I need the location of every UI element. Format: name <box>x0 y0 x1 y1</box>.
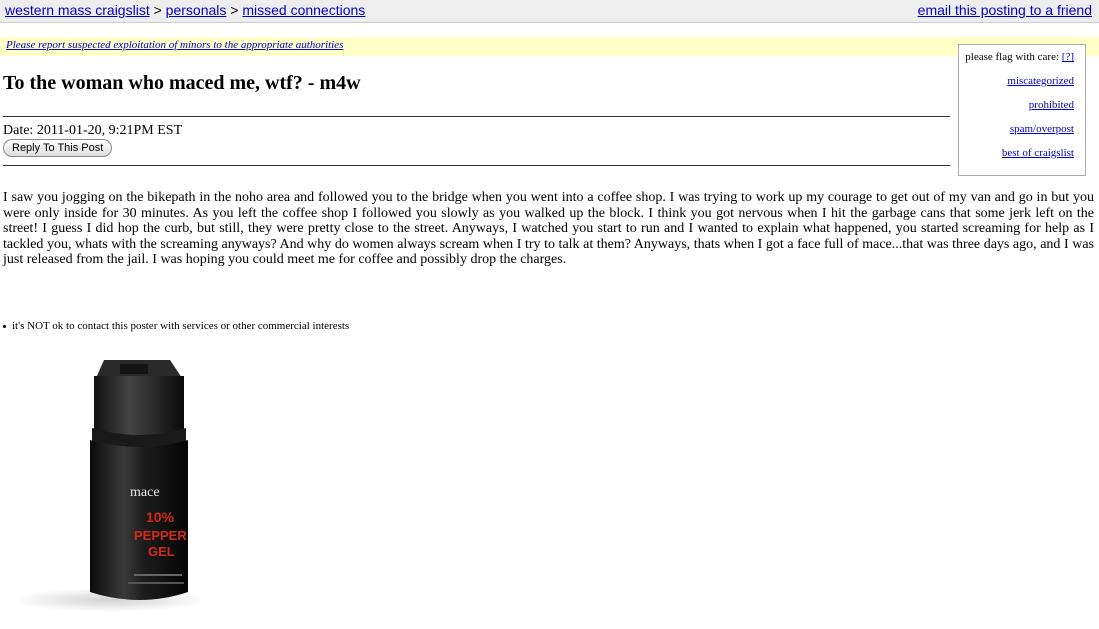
flag-box: please flag with care: [?] miscategorize… <box>958 44 1086 176</box>
post-date: Date: 2011-01-20, 9:21PM EST <box>3 123 183 138</box>
can-label-line3: GEL <box>148 544 175 559</box>
flag-help-link[interactable]: [?] <box>1062 51 1074 63</box>
flag-best-of-link[interactable]: best of craigslist <box>963 147 1074 159</box>
title-divider <box>3 116 950 117</box>
pepper-spray-image: mace 10% PEPPER GEL <box>10 360 200 612</box>
report-exploitation-link[interactable]: Please report suspected exploitation of … <box>6 39 343 51</box>
breadcrumb: western mass craigslist > personals > mi… <box>5 0 365 21</box>
breadcrumb-category-link[interactable]: missed connections <box>242 2 365 18</box>
flag-spam-link[interactable]: spam/overpost <box>963 123 1074 135</box>
breadcrumb-site-link[interactable]: western mass craigslist <box>5 2 150 18</box>
breadcrumb-separator: > <box>153 2 162 18</box>
flag-miscategorized-link[interactable]: miscategorized <box>963 75 1074 87</box>
can-brand-text: mace <box>130 485 160 500</box>
can-label-line1: 10% <box>146 509 175 525</box>
warning-banner: Please report suspected exploitation of … <box>0 37 1099 56</box>
flag-heading-text: please flag with care: <box>965 51 1060 63</box>
post-title: To the woman who maced me, wtf? - m4w <box>3 72 361 94</box>
breadcrumb-section-link[interactable]: personals <box>166 2 227 18</box>
header-divider <box>3 165 950 166</box>
email-posting-link[interactable]: email this posting to a friend <box>918 0 1092 21</box>
reply-button[interactable]: Reply To This Post <box>3 139 113 157</box>
flag-prohibited-link[interactable]: prohibited <box>963 99 1074 111</box>
flag-heading: please flag with care: [?] <box>963 51 1074 63</box>
list-item: it's NOT ok to contact this poster with … <box>3 320 349 332</box>
post-body: I saw you jogging on the bikepath in the… <box>3 190 1094 267</box>
top-bar: western mass craigslist > personals > mi… <box>0 0 1099 23</box>
breadcrumb-separator: > <box>230 2 239 18</box>
bullet-icon <box>3 324 6 328</box>
post-notes: it's NOT ok to contact this poster with … <box>3 320 349 332</box>
note-text: it's NOT ok to contact this poster with … <box>12 320 350 332</box>
can-label-line2: PEPPER <box>134 528 187 543</box>
